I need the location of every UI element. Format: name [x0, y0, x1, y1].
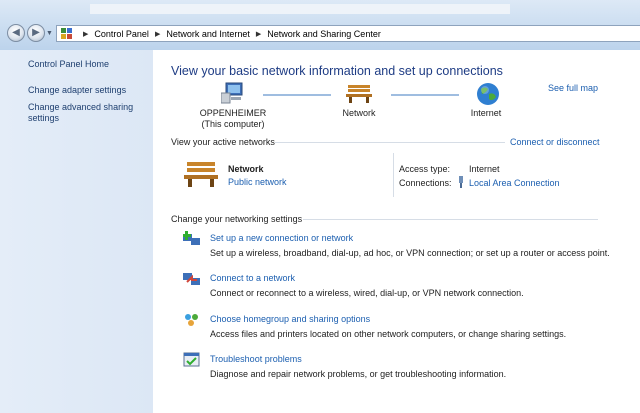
- homegroup-sharing-link[interactable]: Choose homegroup and sharing options: [210, 314, 370, 324]
- address-field[interactable]: ▶ Control Panel ▶ Network and Internet ▶…: [56, 25, 640, 66]
- computer-name: OPPENHEIMER: [199, 108, 267, 118]
- homegroup-icon[interactable]: [183, 312, 201, 328]
- new-connection-icon[interactable]: [183, 231, 201, 247]
- window-title-strip: [90, 4, 510, 14]
- back-button[interactable]: ◀: [7, 24, 25, 42]
- network-label: Network: [342, 108, 376, 118]
- section-divider: [303, 219, 598, 220]
- address-bar-area: ◀ ▶ ▼ ▶ Control Panel ▶ Network and Inte…: [0, 0, 640, 66]
- troubleshoot-problems-desc: Diagnose and repair network problems, or…: [210, 369, 507, 379]
- recent-pages-dropdown-icon[interactable]: ▼: [46, 30, 53, 37]
- main-content: View your basic network information and …: [153, 50, 640, 413]
- connections-label: Connections:: [399, 178, 452, 188]
- ethernet-connection-icon: [459, 176, 463, 188]
- access-type-label: Access type:: [399, 164, 451, 174]
- setup-new-connection-link[interactable]: Set up a new connection or network: [210, 233, 353, 243]
- internet-globe-icon[interactable]: [476, 82, 500, 106]
- troubleshoot-problems-link[interactable]: Troubleshoot problems: [210, 354, 302, 364]
- breadcrumb-separator-icon[interactable]: ▶: [256, 30, 261, 38]
- computer-icon[interactable]: [221, 82, 245, 104]
- active-networks-heading: View your active networks: [171, 137, 275, 147]
- internet-label: Internet: [470, 108, 502, 118]
- breadcrumb-network-and-internet[interactable]: Network and Internet: [166, 29, 250, 39]
- breadcrumb-control-panel[interactable]: Control Panel: [94, 29, 149, 39]
- connect-network-icon[interactable]: [183, 271, 201, 287]
- breadcrumb-network-and-sharing-center[interactable]: Network and Sharing Center: [267, 29, 381, 39]
- control-panel-home-link[interactable]: Control Panel Home: [28, 59, 143, 70]
- troubleshoot-icon[interactable]: [183, 352, 201, 368]
- control-panel-icon: [61, 27, 73, 40]
- vertical-divider: [393, 153, 394, 197]
- network-type-link[interactable]: Public network: [228, 177, 287, 187]
- map-connector-line: [263, 94, 331, 96]
- connect-to-network-desc: Connect or reconnect to a wireless, wire…: [210, 288, 524, 298]
- change-adapter-settings-link[interactable]: Change adapter settings: [28, 85, 143, 96]
- section-divider: [275, 142, 505, 143]
- computer-subtitle: (This computer): [201, 119, 265, 129]
- networking-settings-heading: Change your networking settings: [171, 214, 303, 224]
- local-area-connection-link[interactable]: Local Area Connection: [469, 178, 560, 188]
- left-navigation-pane: Control Panel Home Change adapter settin…: [0, 50, 153, 413]
- setup-new-connection-desc: Set up a wireless, broadband, dial-up, a…: [210, 248, 610, 258]
- homegroup-sharing-desc: Access files and printers located on oth…: [210, 329, 567, 339]
- change-advanced-sharing-settings-link[interactable]: Change advanced sharing settings: [28, 102, 143, 124]
- connect-or-disconnect-link[interactable]: Connect or disconnect: [510, 137, 600, 147]
- map-connector-line: [391, 94, 459, 96]
- connect-to-network-link[interactable]: Connect to a network: [210, 273, 295, 283]
- active-network-name: Network: [228, 164, 264, 174]
- access-type-value: Internet: [469, 164, 500, 174]
- active-network-bench-icon: [184, 162, 218, 187]
- page-title: View your basic network information and …: [171, 64, 503, 78]
- breadcrumb-separator-icon[interactable]: ▶: [155, 30, 160, 38]
- see-full-map-link[interactable]: See full map: [548, 83, 598, 93]
- breadcrumb-separator-icon: ▶: [83, 30, 89, 38]
- forward-button[interactable]: ▶: [27, 24, 45, 42]
- network-bench-icon[interactable]: [346, 82, 372, 104]
